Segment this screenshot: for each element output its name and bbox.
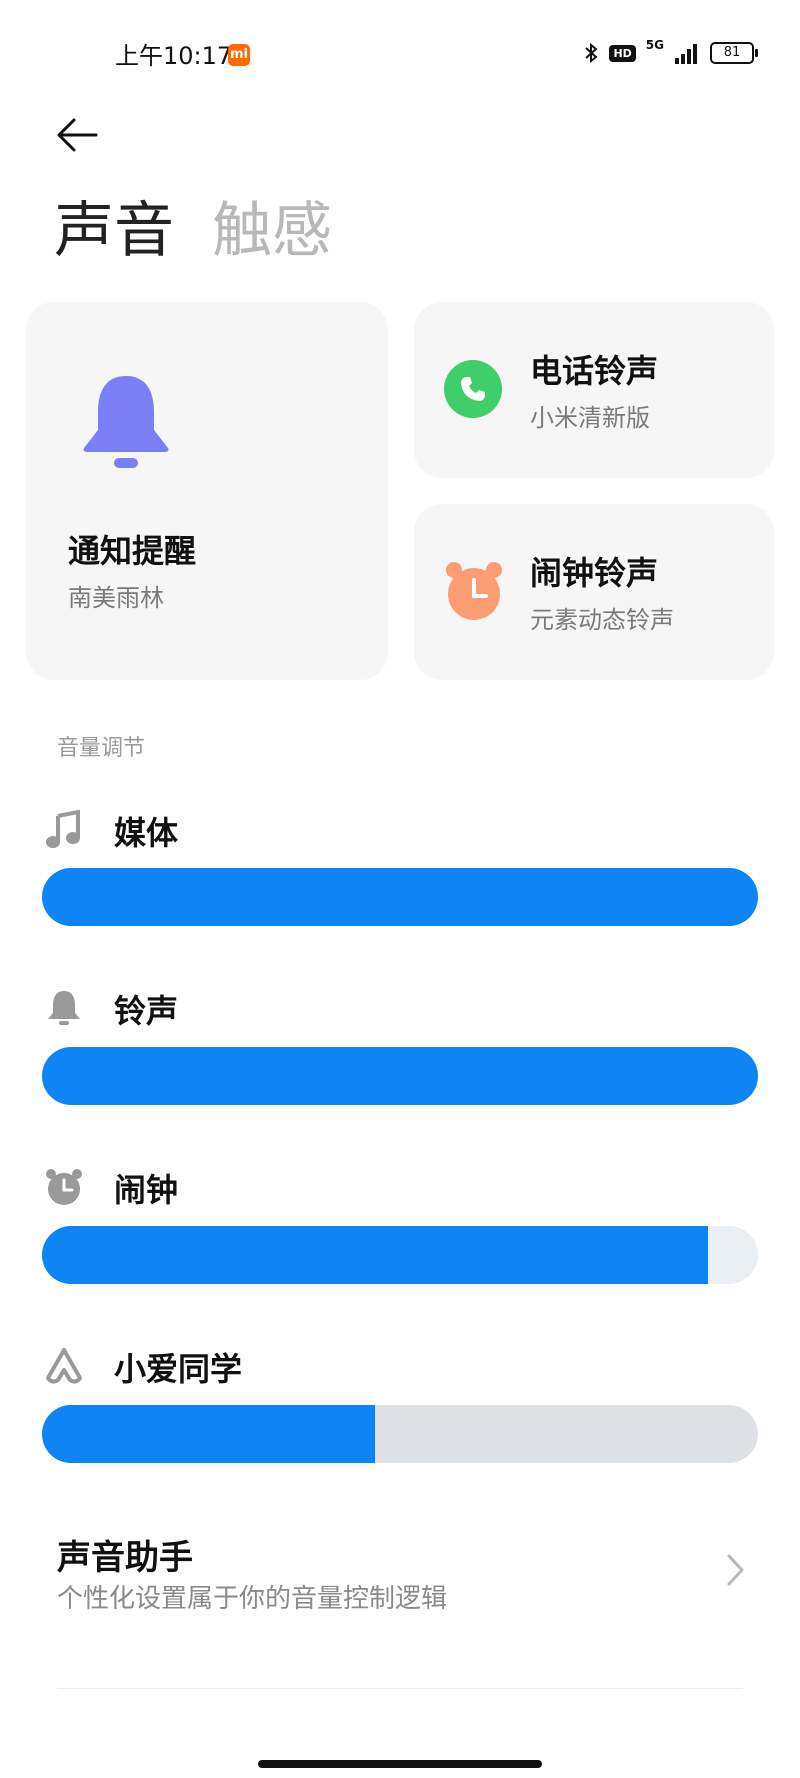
- alarm-volume-label: 闹钟: [114, 1171, 179, 1209]
- music-note-icon: [46, 810, 80, 848]
- phone-ringtone-card[interactable]: 电话铃声 小米清新版: [414, 302, 774, 478]
- tab-sound[interactable]: 声音: [54, 196, 174, 266]
- divider: [57, 1688, 743, 1689]
- status-icons: HD 5G 81: [583, 38, 758, 68]
- bell-icon: [48, 991, 80, 1025]
- phone-icon: [444, 360, 502, 418]
- mi-notification-icon: mi: [228, 44, 250, 66]
- media-volume-label: 媒体: [114, 814, 179, 852]
- volume-section-label: 音量调节: [57, 736, 146, 761]
- xiaoai-volume-fill: [42, 1405, 375, 1463]
- home-indicator: [258, 1760, 542, 1768]
- sound-assistant-title: 声音助手: [57, 1538, 193, 1578]
- alarm-volume-slider[interactable]: [42, 1226, 758, 1284]
- back-button[interactable]: [52, 110, 102, 160]
- media-volume-fill: [42, 868, 758, 926]
- alarm-ringtone-subtitle: 元素动态铃声: [530, 606, 674, 634]
- hd-badge: HD: [609, 44, 636, 62]
- alarm-clock-icon: [46, 1169, 82, 1205]
- phone-ringtone-title: 电话铃声: [530, 352, 659, 390]
- ringtone-volume-fill: [42, 1047, 758, 1105]
- ringtone-volume-label: 铃声: [114, 992, 179, 1030]
- back-arrow-icon: [57, 118, 98, 152]
- xiaoai-volume-slider[interactable]: [42, 1405, 758, 1463]
- bell-icon: [83, 376, 169, 468]
- notification-title: 通知提醒: [68, 532, 197, 570]
- sound-assistant-subtitle: 个性化设置属于你的音量控制逻辑: [57, 1584, 448, 1614]
- notification-subtitle: 南美雨林: [68, 584, 164, 612]
- bluetooth-icon: [585, 42, 598, 64]
- alarm-ringtone-card[interactable]: 闹钟铃声 元素动态铃声: [414, 504, 774, 680]
- notification-sound-card[interactable]: 通知提醒 南美雨林: [26, 302, 388, 680]
- ringtone-volume-slider[interactable]: [42, 1047, 758, 1105]
- phone-ringtone-subtitle: 小米清新版: [530, 404, 650, 432]
- xiaoai-volume-label: 小爱同学: [114, 1350, 243, 1388]
- tab-haptic[interactable]: 触感: [212, 196, 332, 266]
- media-volume-slider[interactable]: [42, 868, 758, 926]
- xiaoai-icon: [46, 1348, 82, 1384]
- status-time: 上午10:17: [115, 42, 233, 70]
- signal-icon: [675, 44, 697, 64]
- alarm-clock-icon: [446, 562, 502, 620]
- network-label: 5G: [645, 38, 664, 52]
- battery-indicator: 81: [710, 42, 758, 64]
- alarm-ringtone-title: 闹钟铃声: [530, 554, 659, 592]
- chevron-right-icon: [727, 1554, 744, 1586]
- alarm-volume-fill: [42, 1226, 708, 1284]
